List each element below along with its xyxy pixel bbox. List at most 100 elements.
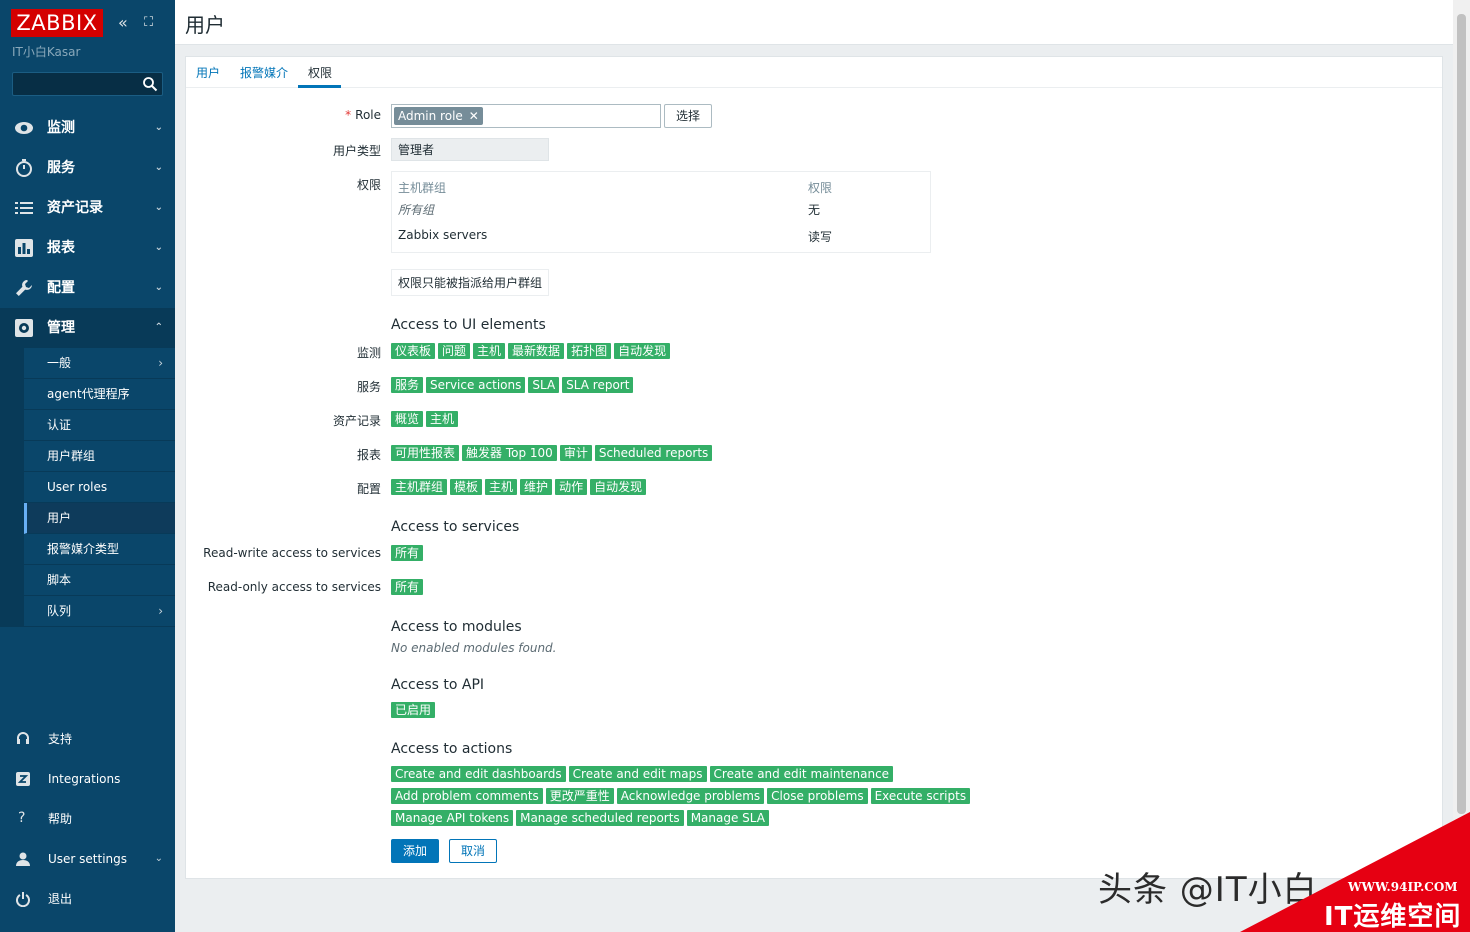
ui-row-label: 监测	[356, 346, 381, 360]
collapse-sidebar-icon[interactable]: «	[118, 13, 128, 33]
zabbix-z-icon	[16, 772, 30, 786]
submenu-item-authentication[interactable]: 认证	[24, 410, 175, 441]
page-title: 用户	[185, 13, 225, 37]
submenu-item-users[interactable]: 用户	[24, 503, 175, 534]
access-tag: Create and edit maintenance	[709, 766, 894, 782]
menu-item-label: 配置	[47, 280, 75, 296]
access-tag: Acknowledge problems	[616, 788, 765, 804]
access-tag: Service actions	[426, 377, 526, 393]
submenu-item-general[interactable]: 一般 ›	[24, 348, 175, 379]
access-tag: Manage API tokens	[391, 810, 514, 826]
tab-user[interactable]: 用户	[196, 64, 220, 81]
required-asterisk: *	[345, 108, 352, 122]
submenu-item-media-types[interactable]: 报警媒介类型	[24, 534, 175, 565]
permissions-table: 主机群组 权限 所有组 无 Zabbix servers 读写	[391, 171, 931, 253]
menu-item-label: Integrations	[48, 772, 121, 786]
wrench-icon	[16, 280, 32, 296]
menu-item-label: 监测	[47, 120, 75, 136]
select-role-button[interactable]: 选择	[664, 104, 712, 128]
submenu-item-queue[interactable]: 队列 ›	[24, 596, 175, 627]
section-ui-elements: Access to UI elements	[391, 317, 546, 333]
access-tag: SLA	[528, 377, 560, 393]
administration-submenu: 一般 › agent代理程序 认证 用户群组 User roles 用户 报警媒介…	[0, 348, 175, 627]
search-icon[interactable]	[142, 76, 158, 92]
question-icon: ?	[18, 810, 26, 826]
table-row-group: 所有组	[398, 203, 435, 217]
chevron-down-icon: ⌄	[154, 242, 163, 253]
role-chip-label: Admin role	[398, 109, 463, 123]
ui-row-label: 资产记录	[332, 414, 381, 428]
user-type-value: 管理者	[391, 138, 549, 161]
access-tag: 最新数据	[508, 343, 565, 359]
table-row-group: Zabbix servers	[398, 228, 488, 242]
access-tag: 可用性报表	[391, 445, 460, 461]
submenu-label: 队列	[47, 604, 72, 618]
access-tag: Scheduled reports	[594, 445, 713, 461]
server-name: IT小白Kasar	[12, 45, 81, 59]
kiosk-mode-icon[interactable]: ⛶	[144, 13, 153, 33]
active-tab-indicator	[298, 85, 341, 88]
section-actions: Access to actions	[391, 741, 513, 757]
ui-row-label: 服务	[356, 380, 381, 394]
tab-bar: 用户 报警媒介 权限	[186, 57, 1442, 88]
menu-item-inventory[interactable]: 资产记录 ⌄	[0, 188, 175, 228]
tab-permissions[interactable]: 权限	[308, 64, 332, 81]
access-tag: Close problems	[767, 788, 868, 804]
access-tag: 服务	[391, 377, 424, 393]
ui-tags-monitoring: 仪表板 问题 主机 最新数据 拓扑图 自动发现	[391, 343, 671, 359]
actions-tags-row: Add problem comments 更改严重性 Acknowledge p…	[391, 788, 971, 804]
scrollbar[interactable]	[1453, 0, 1470, 932]
menu-item-configuration[interactable]: 配置 ⌄	[0, 268, 175, 308]
tab-media[interactable]: 报警媒介	[240, 64, 288, 81]
access-tag: 问题	[438, 343, 471, 359]
actions-tags-row: Manage API tokens Manage scheduled repor…	[391, 810, 769, 826]
stopwatch-icon	[16, 159, 32, 177]
headset-icon	[17, 732, 29, 744]
menu-item-services[interactable]: 服务 ⌄	[0, 148, 175, 188]
search-input[interactable]	[12, 72, 163, 96]
submenu-label: 用户群组	[47, 449, 96, 463]
watermark-url: WWW.94IP.COM	[1348, 880, 1458, 894]
menu-item-help[interactable]: ? 帮助	[0, 799, 175, 839]
menu-item-label: 资产记录	[47, 200, 103, 216]
submenu-item-proxies[interactable]: agent代理程序	[24, 379, 175, 410]
submenu-item-user-groups[interactable]: 用户群组	[24, 441, 175, 472]
menu-item-monitoring[interactable]: 监测 ⌄	[0, 108, 175, 148]
menu-item-user-settings[interactable]: User settings ⌄	[0, 839, 175, 879]
chevron-right-icon: ›	[158, 356, 163, 370]
menu-item-label: 帮助	[48, 812, 73, 826]
role-multiselect[interactable]: Admin role ✕	[391, 104, 661, 128]
ui-row-label: 报表	[356, 448, 381, 462]
menu-item-label: 报表	[47, 240, 75, 256]
access-tag: Add problem comments	[391, 788, 543, 804]
menu-item-administration[interactable]: 管理 ⌃	[0, 308, 175, 348]
access-tag: 主机	[473, 343, 506, 359]
menu-item-label: 退出	[48, 892, 73, 906]
eye-icon	[15, 122, 33, 134]
chevron-down-icon: ⌄	[154, 853, 163, 864]
submenu-item-user-roles[interactable]: User roles	[24, 472, 175, 503]
access-tag: 拓扑图	[567, 343, 612, 359]
menu-item-support[interactable]: 支持	[0, 719, 175, 759]
access-tag: 所有	[391, 579, 424, 595]
access-tag: 维护	[520, 479, 553, 495]
submenu-label: 一般	[47, 356, 72, 370]
menu-item-sign-out[interactable]: 退出	[0, 879, 175, 919]
submenu-label: 认证	[47, 418, 72, 432]
sidebar: ZABBIX « ⛶ IT小白Kasar 监测 ⌄ 服务 ⌄ 资产记录 ⌄ 报表…	[0, 0, 175, 932]
cancel-button[interactable]: 取消	[449, 839, 497, 863]
add-button[interactable]: 添加	[391, 839, 439, 863]
menu-item-integrations[interactable]: Integrations	[0, 759, 175, 799]
submenu-item-scripts[interactable]: 脚本	[24, 565, 175, 596]
column-header-permission: 权限	[808, 181, 833, 195]
scrollbar-thumb[interactable]	[1457, 14, 1466, 814]
services-rw-tags: 所有	[391, 545, 424, 561]
submenu-label: agent代理程序	[47, 387, 130, 401]
zabbix-logo[interactable]: ZABBIX	[11, 9, 103, 37]
services-ro-label: Read-only access to services	[207, 580, 381, 594]
remove-chip-icon[interactable]: ✕	[469, 109, 479, 123]
menu-item-label: 支持	[48, 732, 73, 746]
menu-item-label: 管理	[47, 320, 75, 336]
access-tag: 触发器 Top 100	[462, 445, 557, 461]
menu-item-reports[interactable]: 报表 ⌄	[0, 228, 175, 268]
